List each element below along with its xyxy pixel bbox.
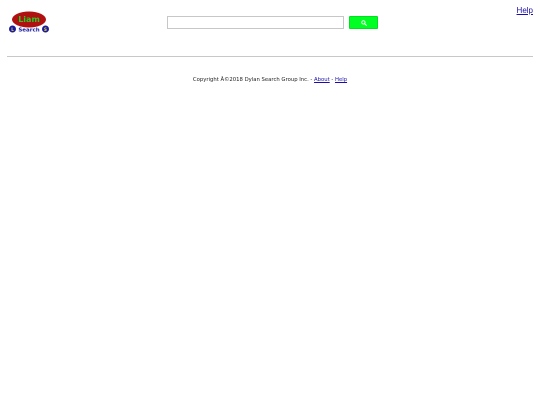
footer-help-link[interactable]: Help [335,77,347,83]
copyright-text: Copyright Â©2018 Dylan Search Group Inc.… [192,77,315,83]
logo-bottom-text: Search [18,28,39,34]
footer: Copyright Â©2018 Dylan Search Group Inc.… [0,77,540,83]
logo-top-text: Liam [18,15,40,24]
search-icon [360,19,367,26]
svg-text:L: L [11,27,14,32]
about-link[interactable]: About [314,77,330,83]
help-link[interactable]: Help [517,6,533,15]
page: Liam L S Search Help Copyright Â©2018 Dy… [0,0,540,405]
site-logo[interactable]: Liam L S Search [8,10,50,34]
search-button[interactable] [349,16,378,29]
search-input[interactable] [167,16,344,29]
header-divider [7,56,533,57]
svg-text:S: S [44,27,47,32]
